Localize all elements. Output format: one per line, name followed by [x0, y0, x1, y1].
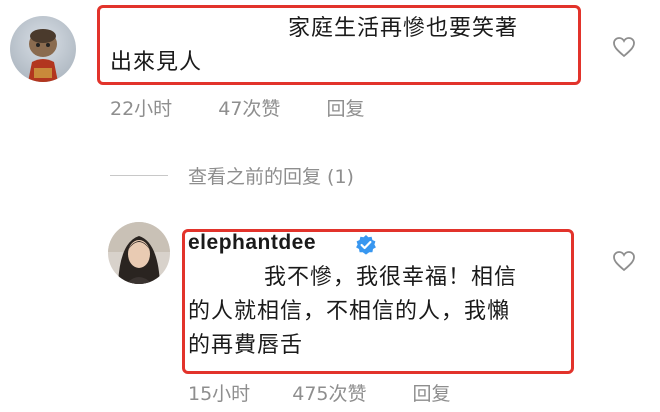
comment-time: 22小时 — [110, 98, 173, 120]
reply-likes[interactable]: 475次赞 — [292, 379, 366, 406]
heart-outline-icon — [613, 251, 635, 272]
reply-text-line2: 的人就相信，不相信的人，我懶 — [188, 299, 511, 324]
reply-meta: 15小时 475次赞 回复 — [188, 379, 451, 406]
like-button-reply[interactable] — [612, 250, 636, 272]
reply-avatar[interactable] — [108, 222, 170, 284]
comment-likes[interactable]: 47次赞 — [218, 94, 280, 121]
verified-badge-icon — [355, 234, 377, 256]
reply-reply-button[interactable]: 回复 — [413, 379, 451, 406]
comment-text: 家庭生活再慘也要笑著 出來見人 — [110, 12, 570, 80]
like-button-comment[interactable] — [612, 36, 636, 58]
divider-line — [110, 175, 168, 176]
comment-text-line1: 家庭生活再慘也要笑著 — [288, 16, 519, 41]
comment-text-line2: 出來見人 — [110, 50, 203, 75]
view-previous-label[interactable]: 查看之前的回复 (1) — [188, 162, 354, 189]
heart-outline-icon — [613, 37, 635, 58]
reply-text-line1: 我不慘，我很幸福！相信 — [264, 265, 518, 290]
reply-text-line3: 的再費唇舌 — [188, 333, 304, 358]
view-previous-replies[interactable]: 查看之前的回复 (1) — [110, 162, 354, 189]
reply-time: 15小时 — [188, 383, 251, 405]
reply-text: 我不慘，我很幸福！相信 的人就相信，不相信的人，我懶 的再費唇舌 — [188, 261, 570, 363]
comment-avatar[interactable] — [10, 16, 76, 82]
reply-username[interactable]: elephantdee — [188, 231, 316, 255]
comment-reply-button[interactable]: 回复 — [326, 94, 364, 121]
comment-meta: 22小时 47次赞 回复 — [110, 94, 364, 121]
